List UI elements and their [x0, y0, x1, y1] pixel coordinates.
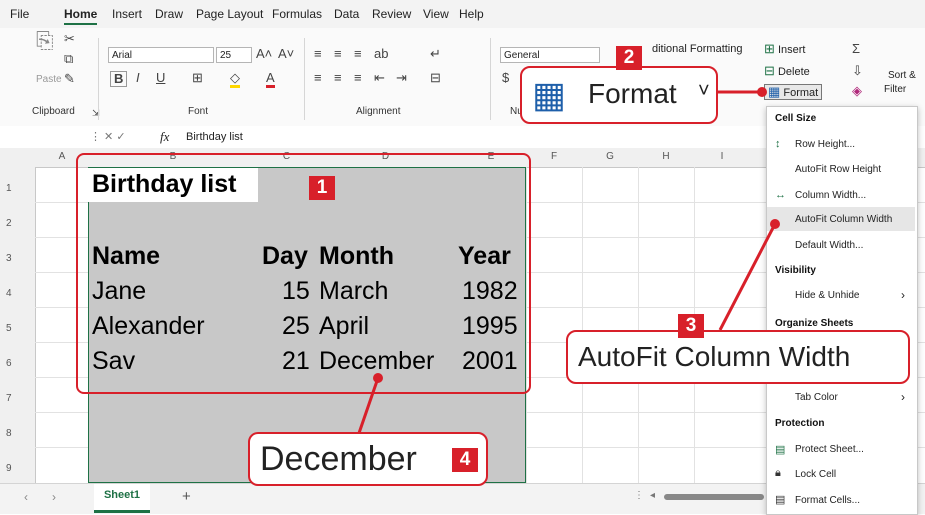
format-callout-label: Format [588, 78, 677, 109]
autofit-zoom-callout: AutoFit Column Width [566, 330, 910, 384]
format-zoom-callout: ▦ Format ˅ [520, 66, 718, 124]
step-badge: 2 [616, 46, 642, 70]
autofit-callout-label: AutoFit Column Width [578, 341, 851, 372]
step-badge: 1 [309, 176, 335, 200]
format-icon: ▦ [532, 74, 567, 115]
data-range-outline [76, 153, 531, 394]
december-callout-label: December [260, 440, 417, 478]
chevron-down-icon: ˅ [698, 80, 710, 102]
step-badge: 4 [452, 448, 478, 472]
step-badge: 3 [678, 314, 704, 338]
